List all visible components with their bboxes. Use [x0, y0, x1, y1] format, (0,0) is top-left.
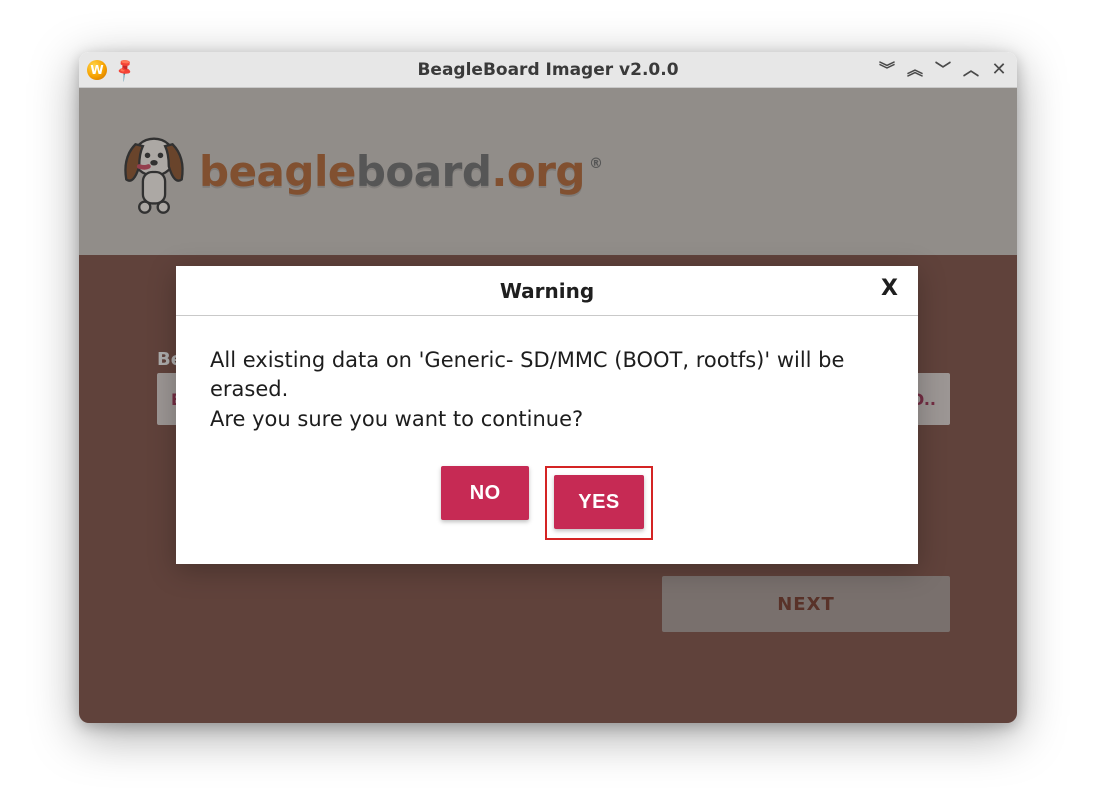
dialog-close-button[interactable]: X [881, 276, 898, 301]
dialog-header: Warning X [176, 266, 918, 316]
app-window: W 📌 BeagleBoard Imager v2.0.0 ︾ ︽ ﹀ ︿ ✕ [79, 52, 1017, 723]
yes-highlight-box: YES [545, 466, 653, 540]
logo: beagleboard.org® [117, 129, 603, 215]
next-button[interactable]: NEXT [662, 576, 950, 632]
close-icon[interactable]: ✕ [989, 60, 1009, 80]
warning-dialog: Warning X All existing data on 'Generic-… [176, 266, 918, 564]
yes-button[interactable]: YES [554, 475, 644, 529]
branding-header: beagleboard.org® [79, 88, 1017, 255]
brand-text: beagleboard.org® [199, 147, 603, 196]
no-button[interactable]: NO [441, 466, 529, 520]
double-down-icon[interactable]: ︾ [877, 60, 897, 80]
beagle-dog-icon [117, 129, 191, 215]
dialog-body: All existing data on 'Generic- SD/MMC (B… [176, 316, 918, 454]
double-up-icon[interactable]: ︽ [905, 60, 925, 80]
brand-part-dot: . [491, 147, 506, 196]
pin-icon[interactable]: 📌 [111, 56, 138, 83]
dialog-message-line2: Are you sure you want to continue? [210, 405, 884, 434]
app-body: beagleboard.org® Be BE OO.. NEXT Warning… [79, 88, 1017, 723]
chevron-down-icon[interactable]: ﹀ [933, 60, 953, 80]
dialog-title: Warning [500, 279, 594, 303]
dialog-actions: NO YES [176, 466, 918, 540]
titlebar: W 📌 BeagleBoard Imager v2.0.0 ︾ ︽ ﹀ ︿ ✕ [79, 52, 1017, 88]
brand-registered: ® [589, 156, 603, 172]
brand-part-org: org [507, 147, 585, 196]
brand-part-beagle: beagle [199, 147, 356, 196]
dialog-message-line1: All existing data on 'Generic- SD/MMC (B… [210, 346, 884, 405]
chevron-up-icon[interactable]: ︿ [961, 60, 981, 80]
app-icon: W [87, 60, 107, 80]
brand-part-board: board [356, 147, 492, 196]
